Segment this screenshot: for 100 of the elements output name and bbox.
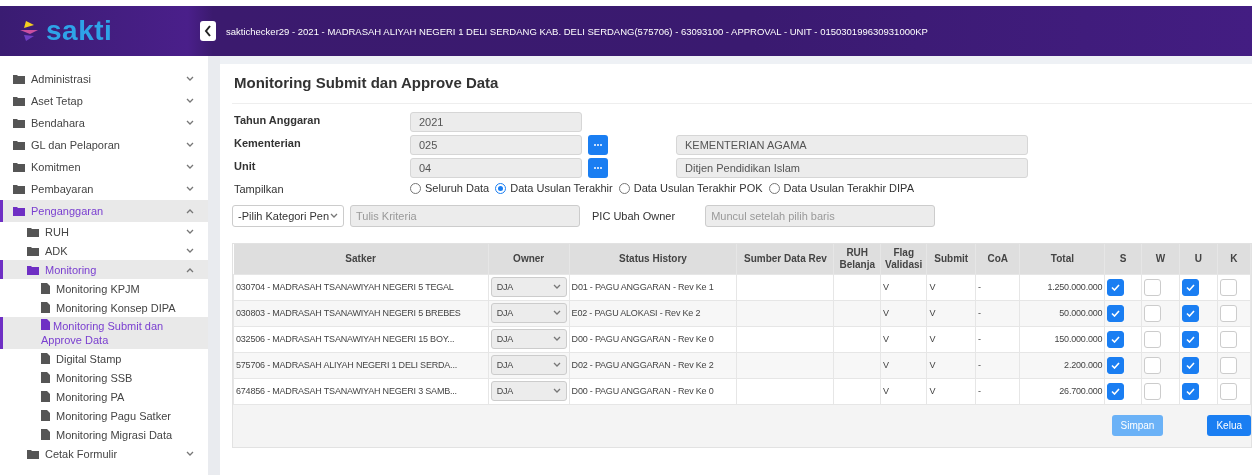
table-cell: 26.700.000 <box>1019 378 1105 404</box>
chevron-icon <box>186 228 194 235</box>
sidebar-item[interactable]: Administrasi <box>0 68 208 90</box>
checkbox[interactable] <box>1107 304 1125 322</box>
checkbox[interactable] <box>1143 330 1161 348</box>
sidebar-item[interactable]: Penganggaran <box>0 200 208 222</box>
sidebar-item[interactable]: Bendahara <box>0 112 208 134</box>
sidebar-item[interactable]: Monitoring Migrasi Data <box>0 425 208 444</box>
sidebar-item[interactable]: GL dan Pelaporan <box>0 134 208 156</box>
lookup-button[interactable] <box>588 158 608 178</box>
input-field[interactable]: Ditjen Pendidikan Islam <box>676 158 1028 178</box>
table-cell: 50.000.000 <box>1019 300 1105 326</box>
sidebar-item[interactable]: ADK <box>0 241 208 260</box>
table-cell: V <box>926 300 976 326</box>
radio-option[interactable]: Data Usulan Terakhir <box>495 182 613 194</box>
checkbox[interactable] <box>1182 330 1200 348</box>
sidebar-item[interactable]: Pembayaran <box>0 178 208 200</box>
table-cell: V <box>880 274 927 300</box>
sidebar-item[interactable]: Cetak Formulir <box>0 444 208 463</box>
checkbox[interactable] <box>1219 278 1237 296</box>
owner-select[interactable]: DJA <box>490 303 567 323</box>
column-header: RUH Belanja <box>833 244 881 274</box>
check-icon <box>1111 335 1121 343</box>
checkbox[interactable] <box>1219 330 1237 348</box>
checkbox[interactable] <box>1182 278 1200 296</box>
radio-option[interactable]: Data Usulan Terakhir DIPA <box>768 182 914 194</box>
file-icon <box>41 353 50 364</box>
table-cell: V <box>880 300 927 326</box>
table-cell: 150.000.000 <box>1019 326 1105 352</box>
checkbox[interactable] <box>1219 304 1237 322</box>
checkbox[interactable] <box>1143 382 1161 400</box>
check-icon <box>1186 387 1196 395</box>
column-header: Flag Validasi <box>880 244 927 274</box>
column-header: Submit <box>926 244 976 274</box>
table-cell: V <box>880 378 927 404</box>
owner-select[interactable]: DJA <box>490 381 567 401</box>
column-header: Owner <box>488 244 570 274</box>
folder-icon <box>13 140 25 150</box>
input-field[interactable]: 025 <box>410 135 582 155</box>
sidebar-item[interactable]: Monitoring PA <box>0 387 208 406</box>
field-label: Tahun Anggaran <box>234 113 322 126</box>
sidebar-item[interactable]: Monitoring SSB <box>0 368 208 387</box>
checkbox[interactable] <box>1219 382 1237 400</box>
checkbox[interactable] <box>1107 356 1125 374</box>
chevron-icon <box>552 388 561 394</box>
radio-option[interactable]: Data Usulan Terakhir POK <box>618 182 763 194</box>
sidebar-item[interactable]: Monitoring Pagu Satker <box>0 406 208 425</box>
folder-icon <box>27 264 39 275</box>
sidebar-item[interactable]: Monitoring Konsep DIPA <box>0 298 208 317</box>
action-button[interactable]: Kelua <box>1207 415 1251 436</box>
sidebar-item[interactable]: Komitmen <box>0 156 208 178</box>
folder-icon <box>27 448 39 459</box>
checkbox[interactable] <box>1143 304 1161 322</box>
owner-select[interactable]: DJA <box>490 355 567 375</box>
category-select[interactable]: -Pilih Kategori Pen <box>232 205 344 227</box>
chevron-icon <box>552 362 561 368</box>
chevron-icon <box>186 266 194 273</box>
table-cell: 575706 - MADRASAH ALIYAH NEGERI 1 DELI SERDA... <box>233 352 489 378</box>
sidebar-item[interactable]: Digital Stamp <box>0 349 208 368</box>
check-icon <box>1111 283 1121 291</box>
field-label: PIC Ubah Owner <box>592 210 676 222</box>
column-header: S <box>1104 244 1142 274</box>
check-icon <box>1111 309 1121 317</box>
checkbox[interactable] <box>1107 330 1125 348</box>
sidebar-item[interactable]: Monitoring KPJM <box>0 279 208 298</box>
file-icon <box>41 302 50 313</box>
checkbox[interactable] <box>1107 382 1125 400</box>
radio-option[interactable]: Seluruh Data <box>410 182 490 194</box>
input-field[interactable]: KEMENTERIAN AGAMA <box>676 135 1028 155</box>
table-cell: 1.250.000.000 <box>1019 274 1105 300</box>
input-field[interactable]: 04 <box>410 158 582 178</box>
checkbox[interactable] <box>1143 356 1161 374</box>
sidebar-item[interactable]: RUH <box>0 222 208 241</box>
file-icon <box>41 372 50 383</box>
sidebar-item[interactable]: Monitoring Submit dan Approve Data <box>0 317 208 349</box>
checkbox[interactable] <box>1219 356 1237 374</box>
page-title: Monitoring Submit dan Approve Data <box>232 64 1252 104</box>
checkbox[interactable] <box>1107 278 1125 296</box>
check-icon <box>1186 335 1196 343</box>
session-info: saktichecker29 - 2021 - MADRASAH ALIYAH NEGERI 1 DELI SERDANG KAB. DELI SERDANG(575706) - 63093100 - APPROVAL - UNIT - 015030199630931000KP <box>226 25 928 37</box>
folder-icon <box>13 74 25 84</box>
column-header: W <box>1141 244 1180 274</box>
sidebar-item[interactable]: Monitoring <box>0 260 208 279</box>
owner-select[interactable]: DJA <box>490 329 567 349</box>
input-field[interactable]: 2021 <box>410 112 582 132</box>
owner-select[interactable]: DJA <box>490 277 567 297</box>
table-cell: 030704 - MADRASAH TSANAWIYAH NEGERI 5 TEGAL <box>233 274 489 300</box>
folder-icon <box>13 118 25 128</box>
checkbox[interactable] <box>1182 356 1200 374</box>
logo-icon <box>18 20 40 42</box>
table-cell: 032506 - MADRASAH TSANAWIYAH NEGERI 15 BOY... <box>233 326 489 352</box>
lookup-button[interactable] <box>588 135 608 155</box>
check-icon <box>1186 283 1196 291</box>
checkbox[interactable] <box>1182 382 1200 400</box>
table-cell: D02 - PAGU ANGGARAN - Rev Ke 2 <box>569 352 737 378</box>
sidebar-item[interactable]: Aset Tetap <box>0 90 208 112</box>
collapse-button[interactable] <box>200 21 216 41</box>
checkbox[interactable] <box>1143 278 1161 296</box>
table-cell: D00 - PAGU ANGGARAN - Rev Ke 0 <box>569 326 737 352</box>
checkbox[interactable] <box>1182 304 1200 322</box>
